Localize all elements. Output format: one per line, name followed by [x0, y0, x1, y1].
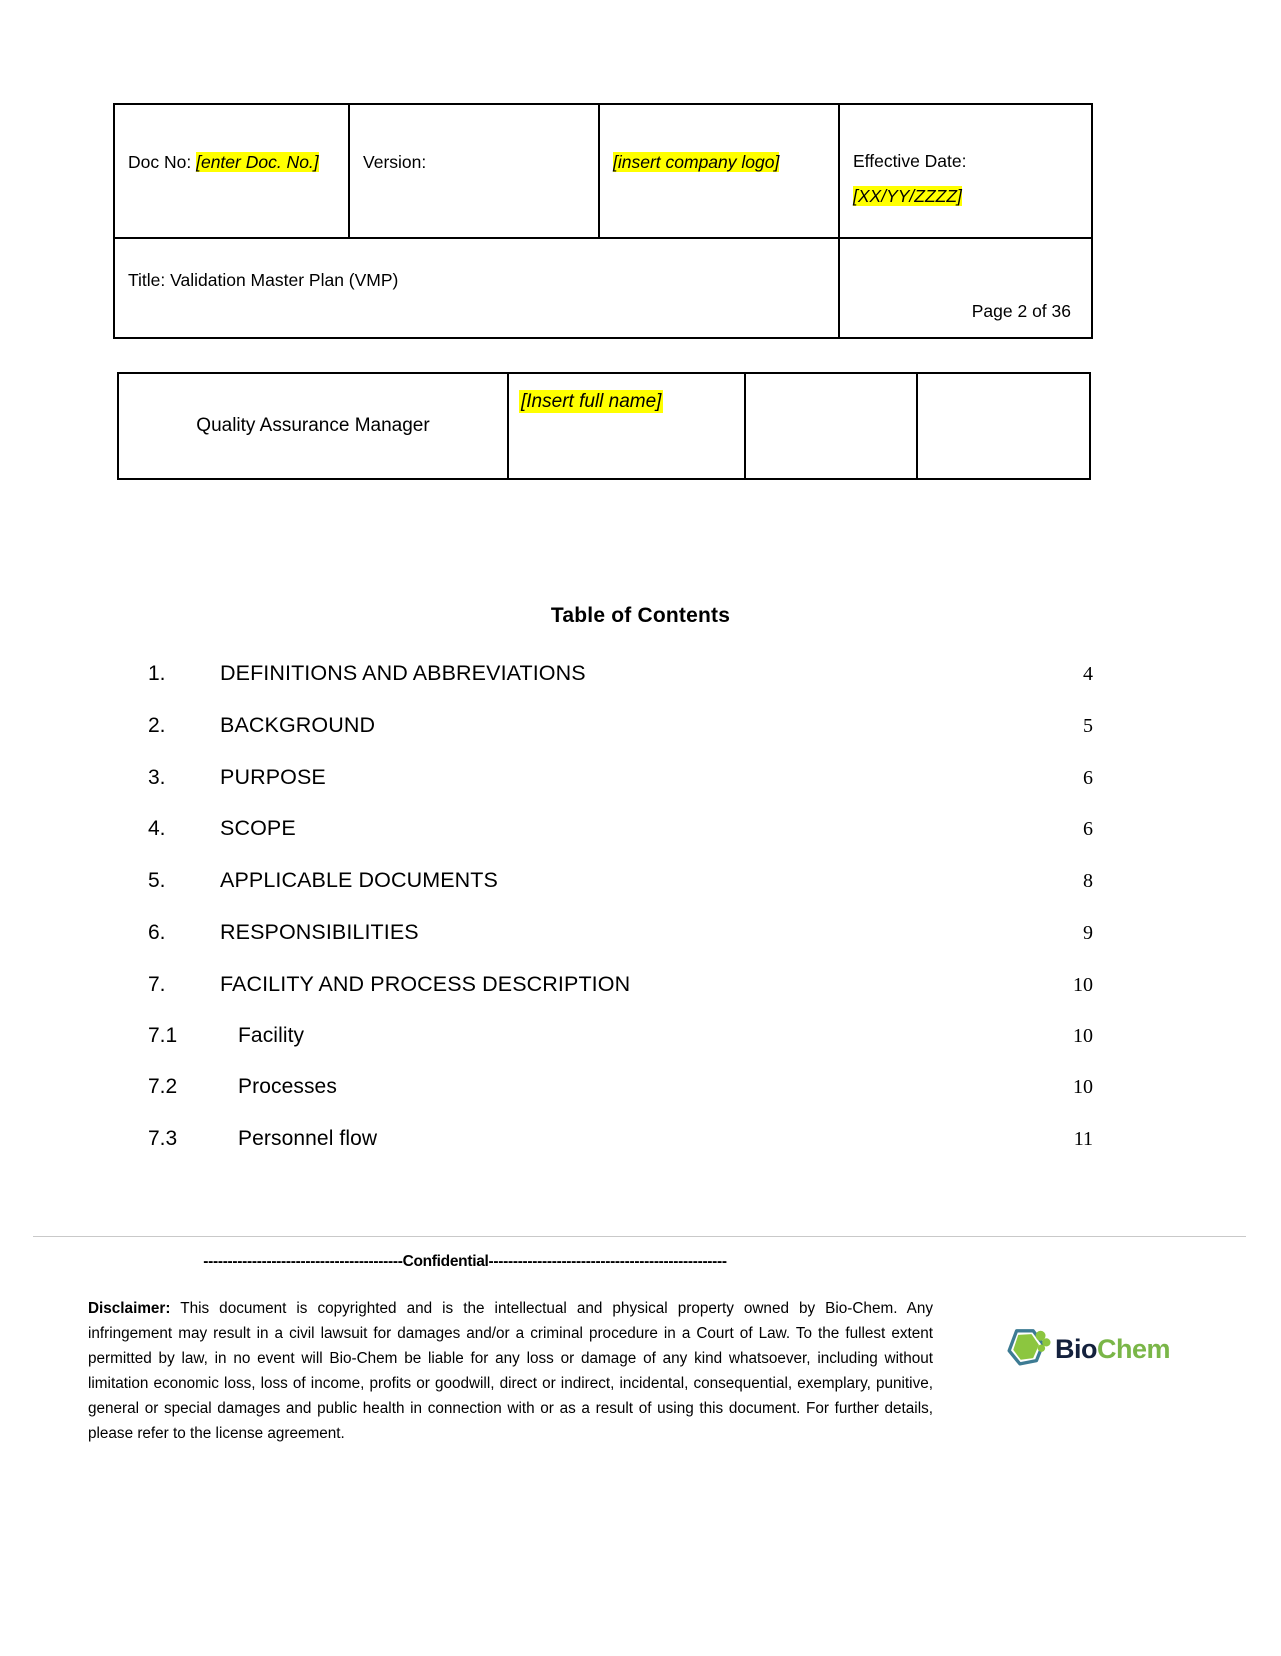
page-number-cell: Page 2 of 36 [838, 237, 1093, 339]
header-row-title: Title: Validation Master Plan (VMP) Page… [113, 237, 1093, 339]
effective-date-cell: Effective Date: [XX/YY/ZZZZ] [838, 103, 1093, 239]
logo-word-chem: Chem [1096, 1333, 1171, 1364]
toc-entry[interactable]: 7.3 Personnel flow 11 [148, 1127, 1093, 1179]
toc-entry-label: BACKGROUND [220, 712, 376, 737]
version-cell: Version: [348, 103, 600, 239]
document-header-table: Doc No: [enter Doc. No.] Version: [inser… [113, 103, 1093, 339]
toc-entry[interactable]: 3. PURPOSE 6 [148, 765, 1093, 817]
effective-date-wrapper: Effective Date: [XX/YY/ZZZZ] [853, 115, 1079, 210]
toc-entry-label: PURPOSE [220, 764, 326, 789]
toc-entry-label: Facility [238, 1023, 305, 1047]
toc-entry-number: 7. [148, 972, 166, 996]
toc-entry-number: 5. [148, 869, 166, 893]
page-number: Page 2 of 36 [971, 300, 1071, 321]
toc-entry[interactable]: 4. SCOPE 6 [148, 816, 1093, 868]
signature-role-cell: Quality Assurance Manager [117, 372, 509, 480]
table-row: Quality Assurance Manager [Insert full n… [117, 372, 1091, 480]
disclaimer-paragraph: Disclaimer: This document is copyrighted… [88, 1297, 933, 1447]
toc-entry[interactable]: 7.1 Facility 10 [148, 1024, 1093, 1076]
toc-entry-page: 10 [1073, 1076, 1093, 1099]
toc-entry-label: FACILITY AND PROCESS DESCRIPTION [220, 971, 631, 996]
toc-entry[interactable]: 7. FACILITY AND PROCESS DESCRIPTION 10 [148, 972, 1093, 1024]
signature-role-label: Quality Assurance Manager [196, 415, 430, 436]
toc-entry[interactable]: 1. DEFINITIONS AND ABBREVIATIONS 4 [148, 661, 1093, 713]
toc-entry-page: 10 [1073, 973, 1093, 996]
toc-entry-page: 11 [1073, 1128, 1093, 1151]
toc-entry-page: 10 [1073, 1024, 1093, 1047]
toc-entry-number: 7.1 [148, 1023, 178, 1047]
document-title: Title: Validation Master Plan (VMP) [128, 270, 399, 290]
signature-name-cell: [Insert full name] [507, 372, 746, 480]
doc-no-label: Doc No: [128, 152, 192, 172]
toc-entry-page: 6 [1083, 766, 1093, 789]
toc-entry-page: 8 [1083, 870, 1093, 893]
toc-entry-label: Personnel flow [238, 1127, 378, 1151]
toc-entry-page: 5 [1083, 714, 1093, 737]
company-logo-wrapper: [insert company logo] [613, 115, 826, 176]
biochem-logo: BioChem [1005, 1318, 1171, 1380]
toc-entry-page: 9 [1083, 921, 1093, 944]
header-row-meta: Doc No: [enter Doc. No.] Version: [inser… [113, 103, 1093, 239]
toc-entry[interactable]: 7.2 Processes 10 [148, 1075, 1093, 1127]
document-page: Doc No: [enter Doc. No.] Version: [inser… [0, 0, 1281, 1656]
table-of-contents-heading: Table of Contents [550, 604, 731, 627]
footer-divider [33, 1236, 1246, 1237]
document-title-cell: Title: Validation Master Plan (VMP) [113, 237, 840, 339]
doc-no-value[interactable]: [enter Doc. No.] [196, 152, 319, 172]
toc-entry-number: 6. [148, 920, 166, 944]
doc-no-cell: Doc No: [enter Doc. No.] [113, 103, 350, 239]
toc-entry-number: 7.3 [148, 1127, 178, 1151]
toc-entry-page: 4 [1083, 663, 1093, 685]
biochem-logo-text: BioChem [1054, 1333, 1171, 1365]
toc-entry-label: SCOPE [220, 816, 296, 841]
table-of-contents-list: 1. DEFINITIONS AND ABBREVIATIONS 4 2. BACKGR… [148, 661, 1093, 1179]
biochem-hexagon-icon [1007, 1329, 1051, 1366]
toc-entry-number: 7.2 [148, 1075, 178, 1099]
toc-entry-number: 4. [148, 817, 166, 841]
toc-entry-number: 2. [148, 713, 166, 737]
toc-entry-number: 3. [148, 765, 166, 789]
effective-date-value[interactable]: [XX/YY/ZZZZ] [853, 186, 962, 207]
signature-table: Quality Assurance Manager [Insert full n… [117, 372, 1091, 480]
version-label: Version: [363, 152, 427, 172]
effective-date-value-wrapper: [XX/YY/ZZZZ] [853, 183, 1079, 210]
toc-entry[interactable]: 5. APPLICABLE DOCUMENTS 8 [148, 868, 1093, 920]
effective-date-label: Effective Date: [853, 151, 967, 171]
toc-entry[interactable]: 2. BACKGROUND 5 [148, 713, 1093, 765]
signature-name-placeholder[interactable]: [Insert full name] [519, 390, 664, 413]
toc-entry-label: RESPONSIBILITIES [220, 919, 419, 944]
toc-entry[interactable]: 6. RESPONSIBILITIES 9 [148, 920, 1093, 972]
confidential-banner: ----------------------------------------… [203, 1253, 727, 1270]
toc-entry-page: 6 [1083, 818, 1093, 841]
toc-entry-label: Processes [238, 1075, 337, 1099]
toc-entry-label: DEFINITIONS AND ABBREVIATIONS [220, 661, 586, 685]
logo-word-bio: Bio [1054, 1333, 1098, 1364]
doc-no-wrapper: Doc No: [enter Doc. No.] [128, 115, 336, 176]
toc-entry-label: APPLICABLE DOCUMENTS [220, 868, 498, 893]
signature-sign-cell[interactable] [744, 372, 918, 480]
company-logo-placeholder[interactable]: [insert company logo] [613, 152, 780, 172]
disclaimer-label: Disclaimer: [88, 1300, 171, 1317]
signature-date-cell[interactable] [916, 372, 1091, 480]
disclaimer-body: This document is copyrighted and is the … [88, 1300, 933, 1442]
company-logo-cell: [insert company logo] [598, 103, 840, 239]
toc-entry-number: 1. [148, 662, 166, 685]
